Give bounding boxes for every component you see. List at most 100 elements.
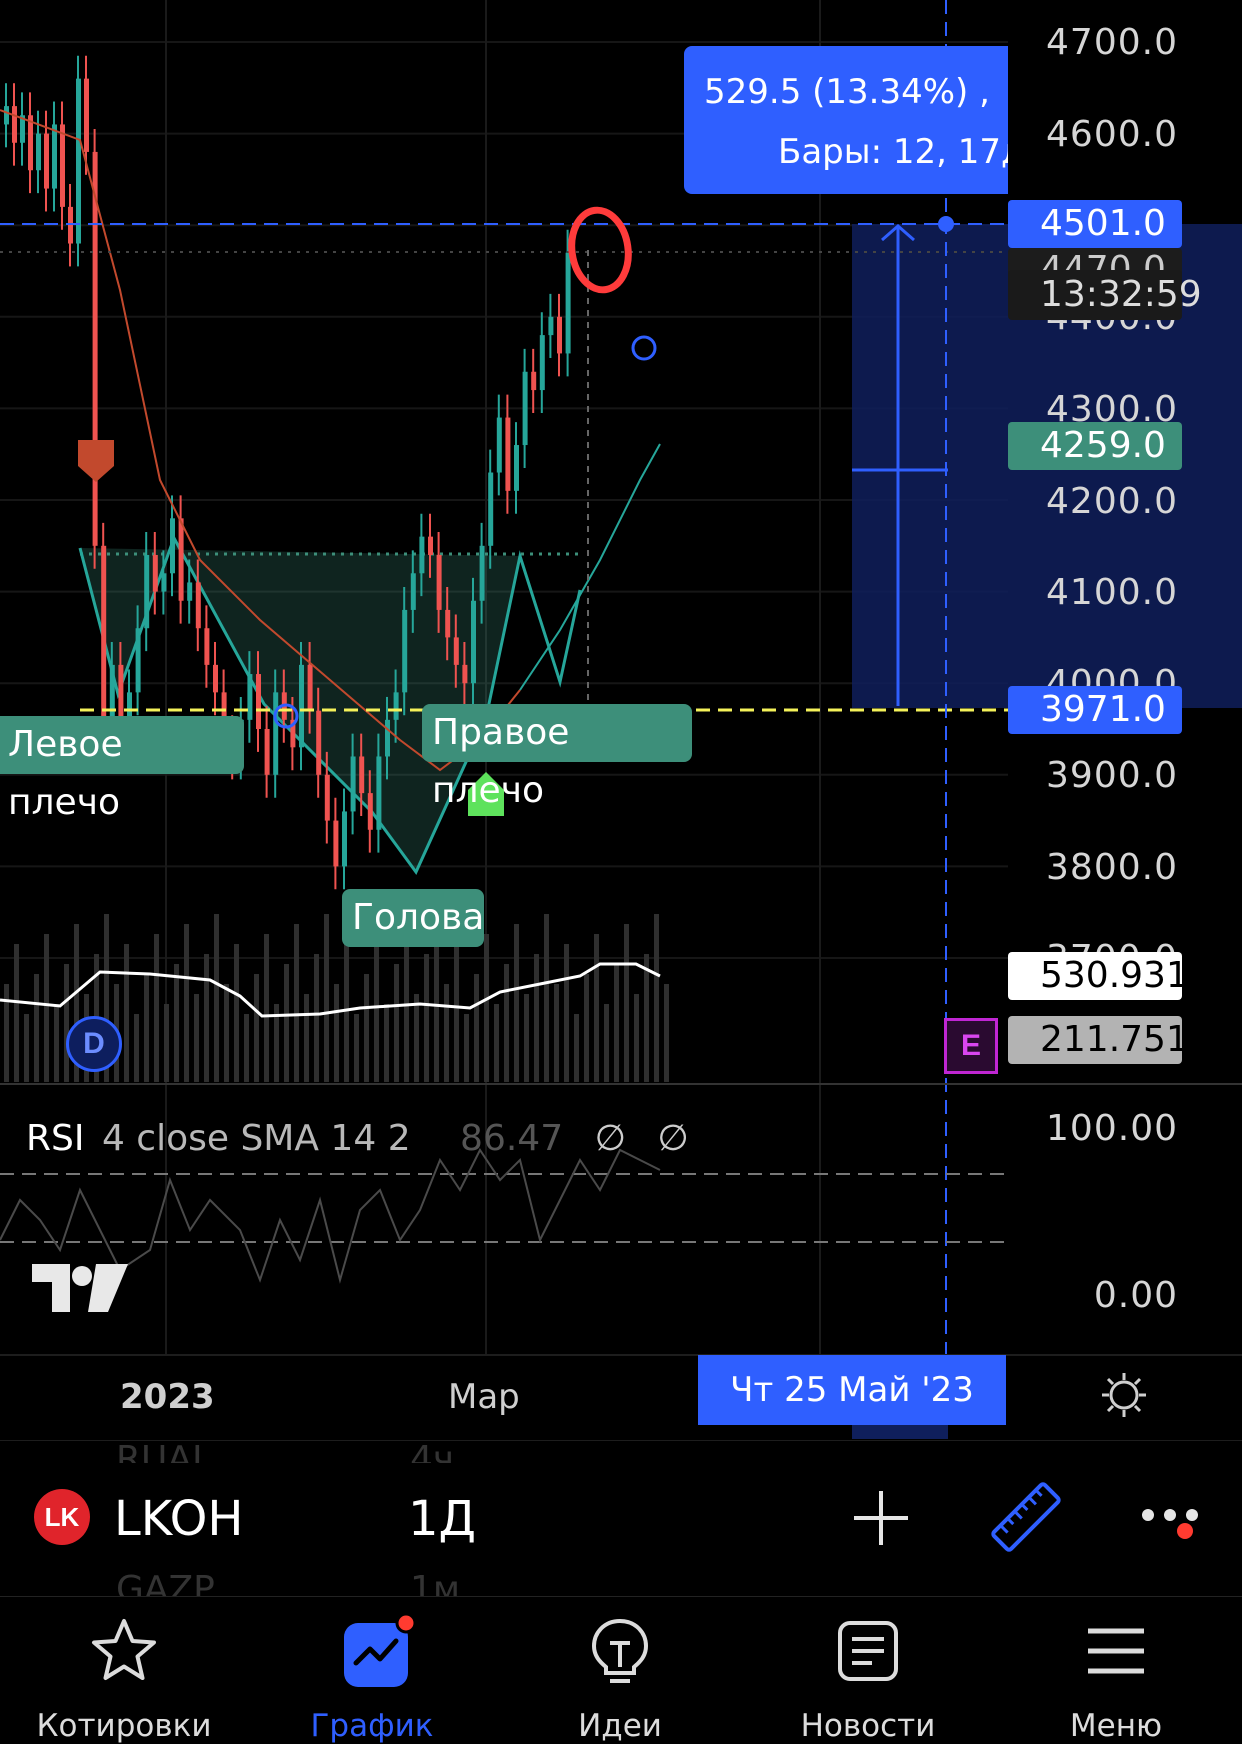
nav-quotes[interactable]: Котировки bbox=[0, 1597, 248, 1744]
volume-badge: 530.931K bbox=[1008, 952, 1212, 1000]
nav-ideas[interactable]: Идеи bbox=[496, 1597, 744, 1744]
volume-bar bbox=[4, 984, 9, 1082]
volume-bar bbox=[584, 974, 589, 1082]
more-button[interactable] bbox=[1138, 1499, 1208, 1544]
bulb-icon bbox=[591, 1618, 649, 1683]
candle-body bbox=[385, 719, 390, 757]
volume-bar bbox=[364, 974, 369, 1082]
tradingview-logo bbox=[30, 1262, 130, 1319]
candle-body bbox=[68, 206, 73, 244]
plus-icon bbox=[854, 1491, 908, 1545]
neckline-price-badge: 3971.0 bbox=[1008, 686, 1182, 734]
candle-body bbox=[402, 609, 408, 693]
left-shoulder-label[interactable]: Левое плечо bbox=[0, 716, 244, 823]
head-label[interactable]: Голова bbox=[342, 889, 484, 947]
volume-bar bbox=[214, 914, 219, 1082]
symbol-toolbar[interactable]: RUAL 4ч LK LKOH 1Д GAZP 1м bbox=[0, 1439, 1242, 1597]
time-axis[interactable]: 2023 Мар Чт 25 Май '23 bbox=[0, 1355, 1242, 1439]
news-icon bbox=[838, 1621, 898, 1681]
candle-body bbox=[4, 106, 9, 125]
candle-body bbox=[213, 664, 218, 693]
pattern-point-right bbox=[631, 335, 657, 361]
candle-body bbox=[488, 472, 494, 546]
volume-bar bbox=[664, 984, 669, 1082]
candle-body bbox=[514, 445, 519, 491]
nav-chart[interactable]: График bbox=[248, 1597, 496, 1744]
rsi-na-2: ∅ bbox=[657, 1118, 689, 1159]
volume-bar bbox=[44, 934, 49, 1082]
volume-bar bbox=[484, 934, 489, 1082]
volume-bar bbox=[254, 974, 259, 1082]
candle-body bbox=[109, 664, 115, 720]
bottom-navigation[interactable]: Котировки График Идеи Новости Меню bbox=[0, 1596, 1242, 1744]
rsi-legend[interactable]: RSI 4 close SMA 14 2 86.47 ∅ ∅ bbox=[26, 1118, 689, 1159]
candle-body bbox=[152, 554, 158, 592]
candle-body bbox=[342, 811, 347, 867]
candle-body bbox=[60, 124, 65, 207]
volume-bar bbox=[594, 934, 599, 1082]
volume-bar bbox=[614, 964, 619, 1082]
price-axis-label: 4200.0 bbox=[1046, 481, 1178, 522]
time-label-mar: Мар bbox=[448, 1377, 520, 1417]
volume-bar bbox=[574, 1014, 579, 1082]
volume-bar bbox=[464, 1014, 469, 1082]
prev-symbol-ghost: RUAL bbox=[116, 1439, 212, 1463]
candle-body bbox=[419, 536, 425, 574]
candle-body bbox=[445, 609, 451, 638]
symbol-name[interactable]: LKOH bbox=[114, 1491, 243, 1547]
rsi-line bbox=[0, 1148, 661, 1284]
volume-bar bbox=[324, 914, 329, 1082]
candle-body bbox=[453, 637, 459, 665]
prev-symbol-text: RUAL bbox=[116, 1439, 213, 1463]
right-shoulder-label[interactable]: Правое плечо bbox=[422, 704, 692, 811]
nav-menu-label: Меню bbox=[1069, 1708, 1163, 1744]
nav-chart-label: График bbox=[310, 1708, 434, 1744]
volume-bar bbox=[314, 954, 319, 1082]
candle-body bbox=[273, 692, 279, 775]
volume-bar bbox=[604, 1004, 609, 1082]
rsi-params: 4 close SMA 14 2 bbox=[101, 1118, 411, 1159]
price-axis-label: 3900.0 bbox=[1046, 755, 1178, 796]
add-button[interactable] bbox=[850, 1487, 912, 1554]
volume-bar bbox=[64, 964, 69, 1082]
candle-body bbox=[471, 600, 476, 684]
volume-bar bbox=[264, 934, 269, 1082]
measure-bars-text: Бары: 12, 17д bbox=[778, 132, 1008, 172]
measure-change-text: 529.5 (13.34%) , bbox=[704, 72, 990, 112]
volume-bar bbox=[174, 964, 179, 1082]
lukoil-logo: LK bbox=[34, 1489, 90, 1545]
chart-icon bbox=[344, 1612, 417, 1687]
volume-bar bbox=[534, 954, 539, 1082]
volume-bar bbox=[544, 914, 549, 1082]
rsi-na-1: ∅ bbox=[594, 1118, 626, 1159]
dividend-marker[interactable]: D bbox=[66, 1016, 122, 1072]
volume-bar bbox=[284, 964, 289, 1082]
candle-body bbox=[36, 133, 41, 171]
candle-body bbox=[522, 371, 528, 446]
earnings-marker-letter: E bbox=[960, 1029, 981, 1062]
volume-bar bbox=[304, 994, 309, 1082]
volume-bar bbox=[424, 954, 429, 1082]
candle-body bbox=[144, 554, 150, 629]
volume-bar bbox=[644, 954, 649, 1082]
earnings-marker[interactable]: E bbox=[944, 1018, 998, 1074]
candle-body bbox=[187, 582, 193, 601]
volume-bar bbox=[294, 924, 299, 1082]
candle-body bbox=[359, 756, 365, 794]
interval-selector[interactable]: 1Д bbox=[408, 1491, 476, 1547]
ruler-button[interactable] bbox=[986, 1477, 1066, 1562]
candle-body bbox=[44, 133, 49, 189]
crosshair-dot bbox=[938, 216, 954, 232]
nav-news[interactable]: Новости bbox=[744, 1597, 992, 1744]
volume-bar bbox=[244, 1014, 249, 1082]
settings-gear-icon[interactable] bbox=[1100, 1371, 1148, 1424]
volume-bar bbox=[454, 944, 459, 1082]
candle-body bbox=[256, 674, 261, 729]
volume-bar bbox=[474, 974, 479, 1082]
candle-body bbox=[557, 316, 562, 354]
current-price-badge: 4259.0 bbox=[1008, 422, 1182, 470]
volume-bar bbox=[154, 934, 159, 1082]
nav-menu[interactable]: Меню bbox=[992, 1597, 1240, 1744]
menu-icon bbox=[1088, 1628, 1144, 1674]
volume-bar bbox=[494, 1004, 499, 1082]
